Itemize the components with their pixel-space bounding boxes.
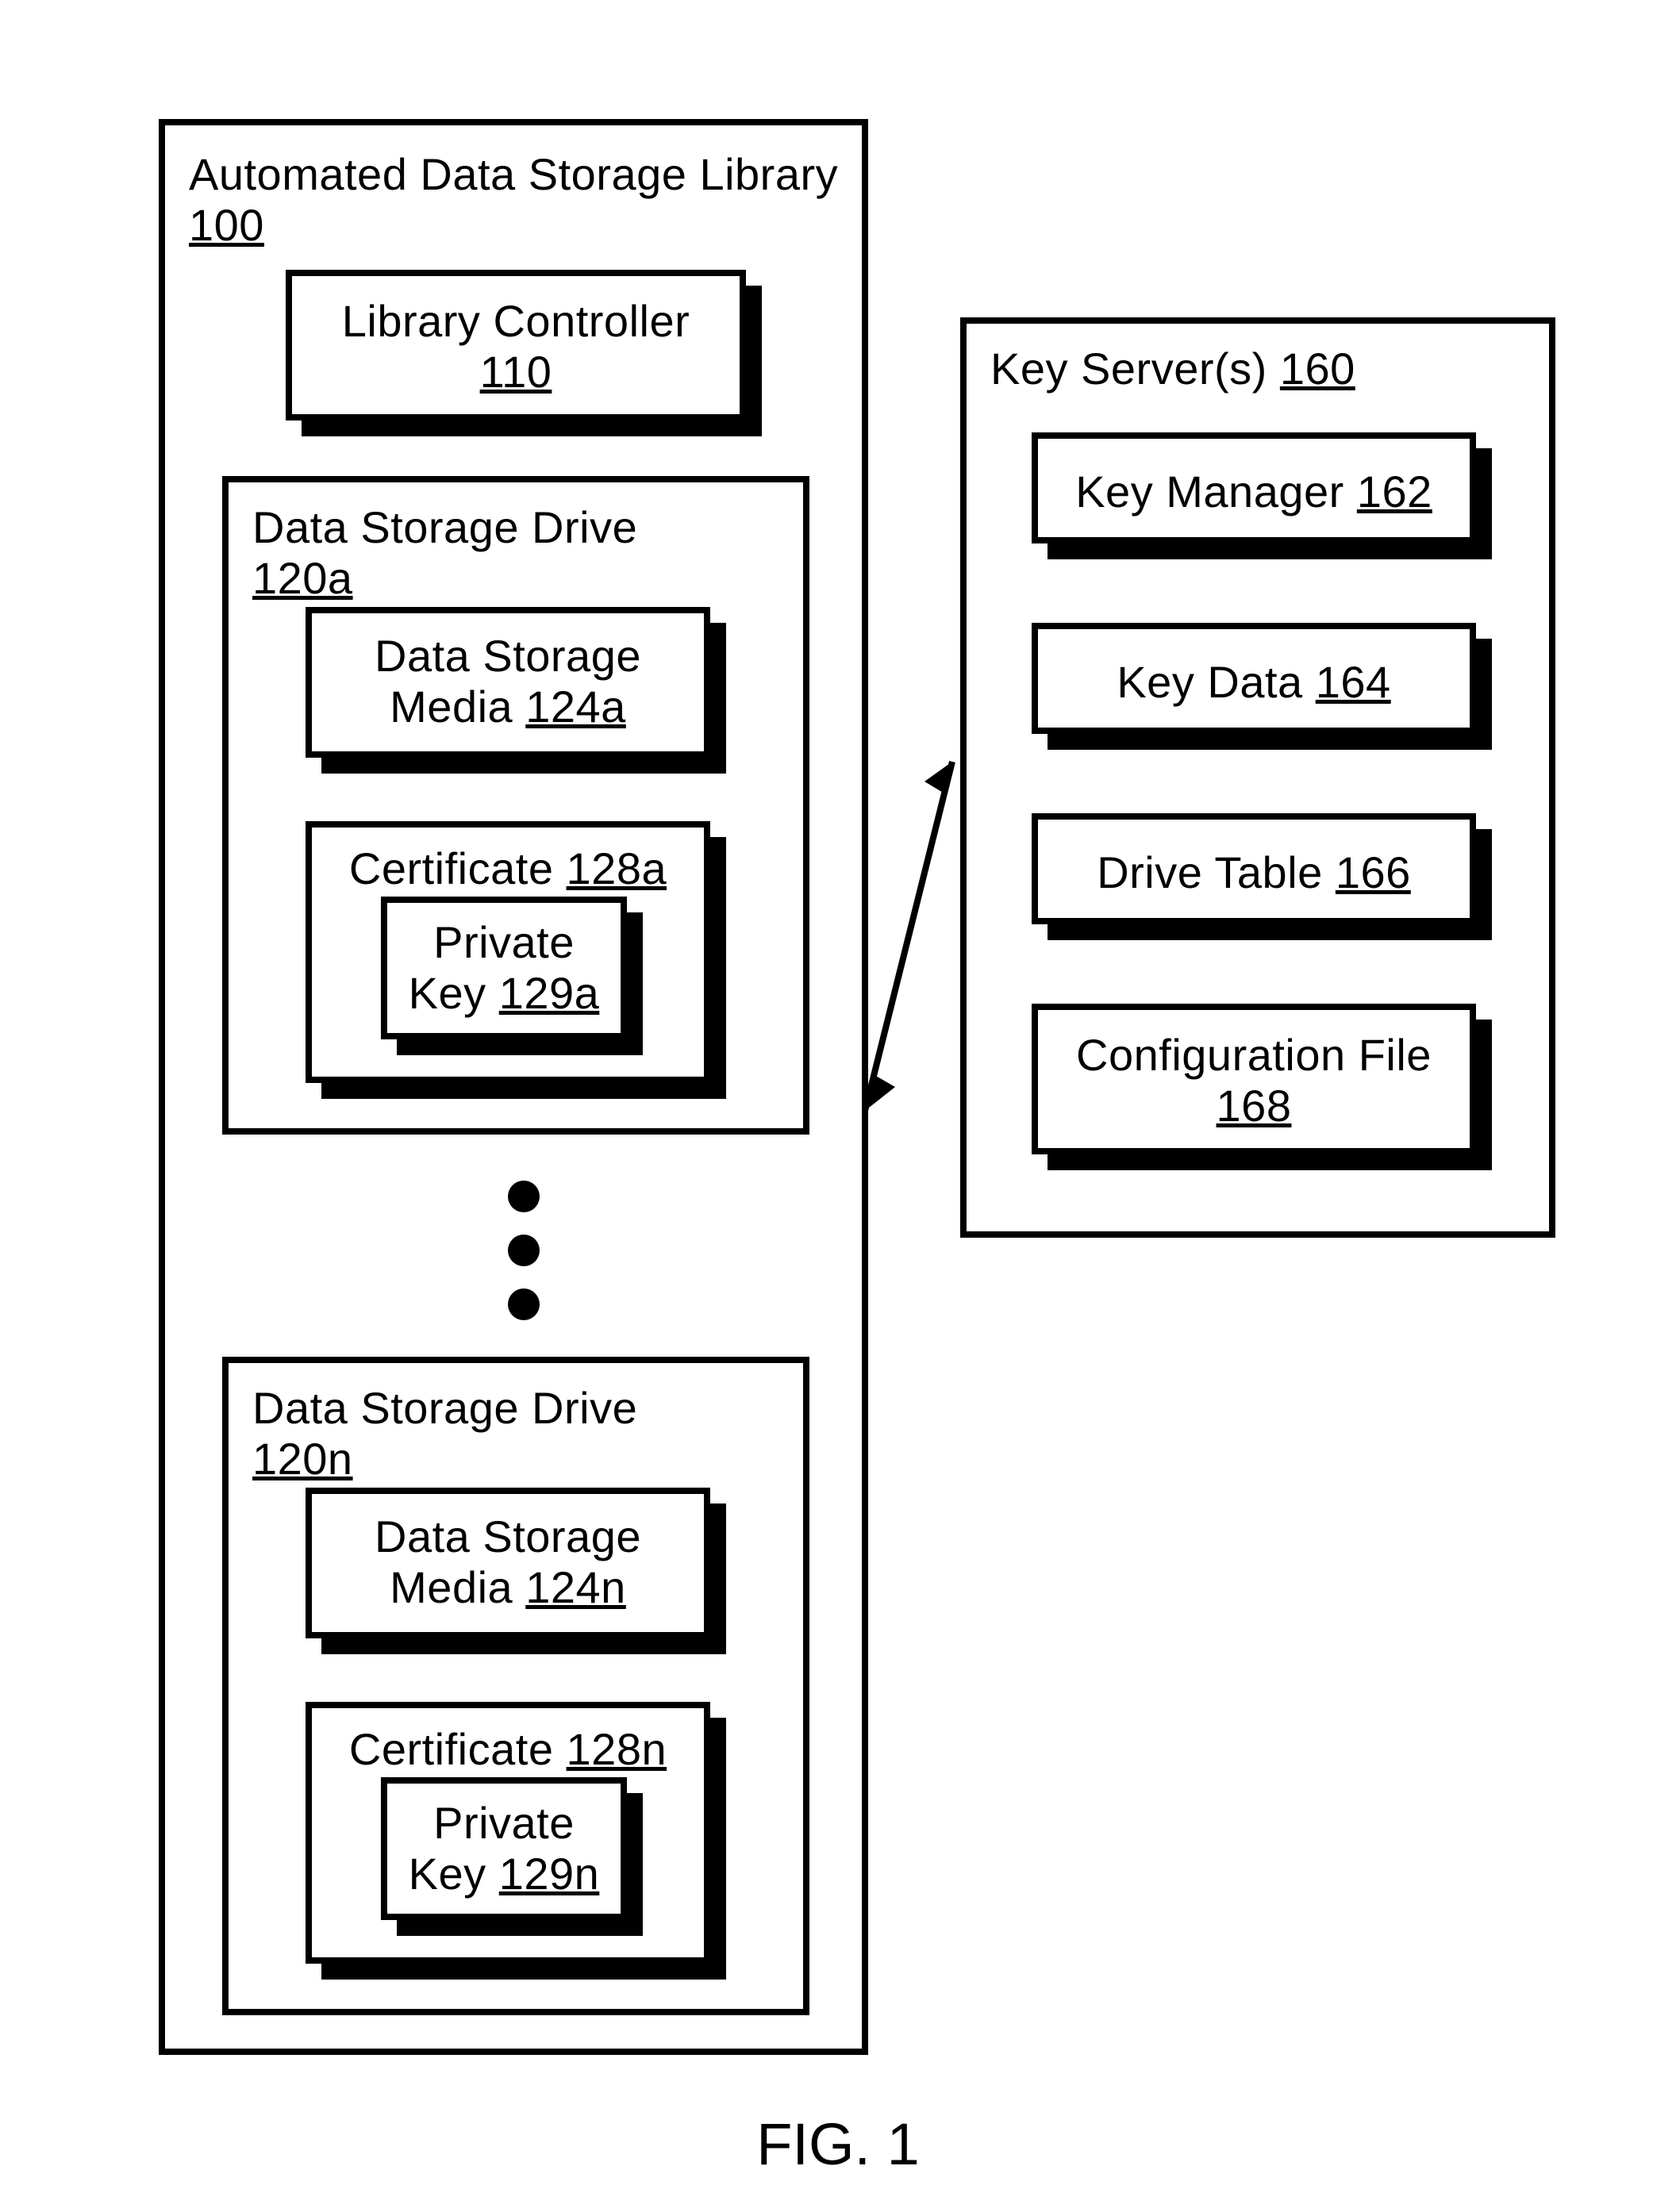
drive-a-key-l2: Key 129a <box>387 968 621 1019</box>
drive-a-media-l1: Data Storage <box>312 631 704 682</box>
keyserver-title: Key Server(s) 160 <box>990 344 1525 394</box>
drive-a-key-l1: Private <box>387 917 621 968</box>
drive-table-label: Drive Table 166 <box>1038 847 1470 898</box>
drive-n-key-l2: Key 129n <box>387 1849 621 1899</box>
drive-n-key-box: Private Key 129n <box>381 1777 627 1920</box>
bidirectional-arrow-icon <box>857 754 960 1119</box>
library-title: Automated Data Storage Library <box>189 149 838 200</box>
drive-n-media-l2: Media 124n <box>312 1562 704 1613</box>
drive-a-key-box: Private Key 129a <box>381 897 627 1039</box>
drive-a-media-box: Data Storage Media 124a <box>306 607 710 758</box>
drive-a-ref: 120a <box>252 553 779 604</box>
config-file-ref: 168 <box>1038 1081 1470 1131</box>
config-file-box: Configuration File 168 <box>1032 1004 1476 1154</box>
config-file-label: Configuration File <box>1038 1030 1470 1081</box>
ellipsis-dots <box>508 1158 540 1342</box>
key-manager-box: Key Manager 162 <box>1032 432 1476 543</box>
drive-n-cert-label: Certificate 128n <box>312 1724 704 1775</box>
drive-n-media-l1: Data Storage <box>312 1511 704 1562</box>
figure-caption: FIG. 1 <box>0 2110 1676 2178</box>
drive-n-key-l1: Private <box>387 1798 621 1849</box>
library-ref: 100 <box>189 200 838 251</box>
library-controller-box: Library Controller 110 <box>286 270 746 421</box>
key-manager-label: Key Manager 162 <box>1038 467 1470 517</box>
library-controller-ref: 110 <box>292 347 740 397</box>
drive-a-media-l2: Media 124a <box>312 682 704 732</box>
key-data-label: Key Data 164 <box>1038 657 1470 708</box>
library-controller-label: Library Controller <box>292 296 740 347</box>
key-data-box: Key Data 164 <box>1032 623 1476 734</box>
drive-n-title: Data Storage Drive <box>252 1383 779 1434</box>
drive-a-cert-label: Certificate 128a <box>312 843 704 894</box>
drive-n-ref: 120n <box>252 1434 779 1484</box>
drive-n-media-box: Data Storage Media 124n <box>306 1488 710 1638</box>
drive-table-box: Drive Table 166 <box>1032 813 1476 924</box>
drive-a-title: Data Storage Drive <box>252 502 779 553</box>
